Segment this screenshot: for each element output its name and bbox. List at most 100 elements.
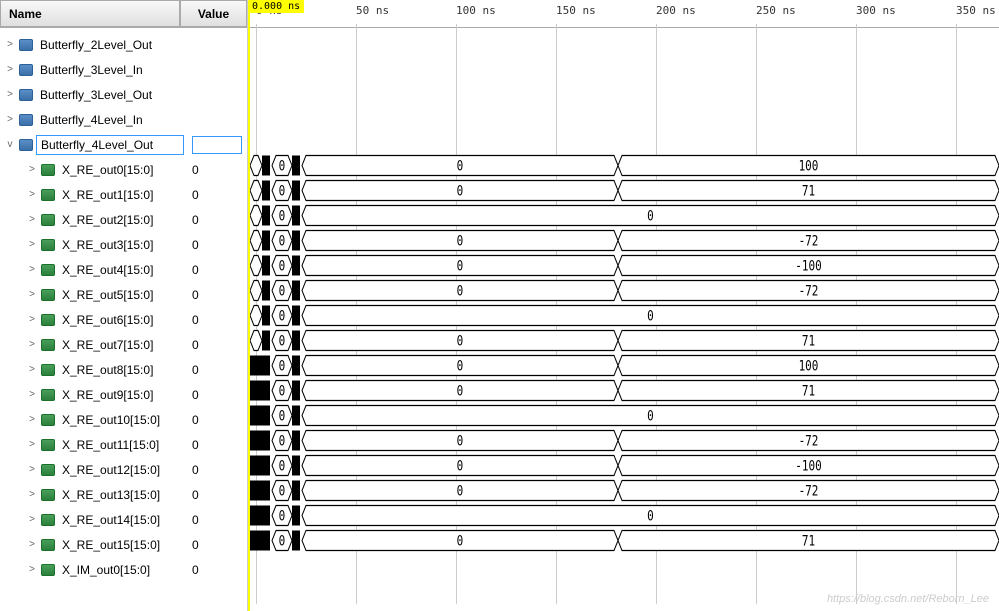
tree-row[interactable]: >X_RE_out10[15:0]0	[0, 407, 247, 432]
expand-icon[interactable]: >	[4, 89, 16, 100]
tree-row[interactable]: >X_RE_out13[15:0]0	[0, 482, 247, 507]
tree-row[interactable]: >X_RE_out1[15:0]0	[0, 182, 247, 207]
wave-row[interactable]: 00100	[248, 353, 999, 378]
expand-icon[interactable]: >	[26, 389, 38, 400]
signal-value: 0	[184, 288, 247, 302]
ruler-tick: 200 ns	[656, 4, 696, 17]
bus-icon	[41, 389, 55, 401]
tree-row[interactable]: > Butterfly_3Level_In	[0, 57, 247, 82]
signal-name: X_RE_out1[15:0]	[58, 186, 184, 204]
wave-row[interactable]: 00100	[248, 153, 999, 178]
svg-text:0: 0	[457, 457, 464, 474]
tree-row[interactable]: >X_RE_out2[15:0]0	[0, 207, 247, 232]
bus-icon	[41, 414, 55, 426]
expand-icon[interactable]: >	[26, 514, 38, 525]
wave-row[interactable]	[248, 553, 999, 578]
tree-row[interactable]: >X_RE_out14[15:0]0	[0, 507, 247, 532]
expand-icon[interactable]: >	[4, 39, 16, 50]
tree-row[interactable]: >X_RE_out0[15:0]0	[0, 157, 247, 182]
wave-row[interactable]: 00-72	[248, 228, 999, 253]
expand-icon[interactable]: >	[26, 339, 38, 350]
tree-row[interactable]: >X_IM_out0[15:0]0	[0, 557, 247, 582]
tree-row[interactable]: >X_RE_out7[15:0]0	[0, 332, 247, 357]
svg-text:0: 0	[279, 532, 286, 549]
tree-header: Name Value	[0, 0, 247, 28]
expand-icon[interactable]: >	[26, 289, 38, 300]
wave-row[interactable]: 0071	[248, 178, 999, 203]
svg-text:0: 0	[647, 407, 654, 424]
signal-value: 0	[184, 313, 247, 327]
tree-row[interactable]: >Butterfly_3Level_Out	[0, 82, 247, 107]
svg-text:0: 0	[457, 257, 464, 274]
signal-name: X_RE_out2[15:0]	[58, 211, 184, 229]
bus-icon	[41, 189, 55, 201]
wave-row[interactable]: 00-100	[248, 453, 999, 478]
cursor-line[interactable]	[248, 0, 250, 611]
tree-row[interactable]: vButterfly_4Level_Out	[0, 132, 247, 157]
ruler-tick: 150 ns	[556, 4, 596, 17]
wave-row[interactable]: 00-100	[248, 253, 999, 278]
svg-text:0: 0	[279, 257, 286, 274]
time-ruler[interactable]: 0 ns50 ns100 ns150 ns200 ns250 ns300 ns3…	[248, 0, 999, 28]
expand-icon[interactable]: >	[26, 539, 38, 550]
wave-row[interactable]: 0071	[248, 328, 999, 353]
signal-tree[interactable]: >Butterfly_2Level_Out>Butterfly_3Level_I…	[0, 28, 247, 611]
signal-value	[184, 136, 247, 154]
expand-icon[interactable]: >	[26, 264, 38, 275]
wave-row[interactable]: 00-72	[248, 478, 999, 503]
bus-icon	[41, 539, 55, 551]
expand-icon[interactable]: >	[26, 489, 38, 500]
expand-icon[interactable]: >	[4, 64, 16, 75]
struct-icon	[19, 139, 33, 151]
ruler-tick: 100 ns	[456, 4, 496, 17]
wave-row[interactable]: 00	[248, 403, 999, 428]
wave-row[interactable]: 0071	[248, 528, 999, 553]
expand-icon[interactable]: >	[26, 314, 38, 325]
svg-text:0: 0	[279, 407, 286, 424]
ruler-tick: 300 ns	[856, 4, 896, 17]
expand-icon[interactable]: >	[4, 114, 16, 125]
expand-icon[interactable]: >	[26, 164, 38, 175]
expand-icon[interactable]: v	[4, 139, 16, 150]
tree-row[interactable]: >Butterfly_2Level_Out	[0, 32, 247, 57]
tree-row[interactable]: >X_RE_out11[15:0]0	[0, 432, 247, 457]
signal-name: Butterfly_3Level_In	[36, 61, 184, 79]
waveform-panel[interactable]: 0.000 ns 0 ns50 ns100 ns150 ns200 ns250 …	[248, 0, 999, 611]
expand-icon[interactable]: >	[26, 439, 38, 450]
tree-row[interactable]: >Butterfly_4Level_In	[0, 107, 247, 132]
tree-row[interactable]: >X_RE_out4[15:0]0	[0, 257, 247, 282]
ruler-tick: 50 ns	[356, 4, 389, 17]
wave-row[interactable]: 0071	[248, 378, 999, 403]
svg-text:0: 0	[279, 357, 286, 374]
waves-area[interactable]: 0010000710000-7200-10000-720000710010000…	[248, 28, 999, 578]
expand-icon[interactable]: >	[26, 464, 38, 475]
tree-row[interactable]: >X_RE_out3[15:0]0	[0, 232, 247, 257]
name-column-header[interactable]: Name	[0, 0, 180, 27]
tree-row[interactable]: >X_RE_out12[15:0]0	[0, 457, 247, 482]
expand-icon[interactable]: >	[26, 239, 38, 250]
expand-icon[interactable]: >	[26, 364, 38, 375]
wave-row[interactable]: 00	[248, 503, 999, 528]
wave-row[interactable]: 00	[248, 203, 999, 228]
expand-icon[interactable]: >	[26, 189, 38, 200]
tree-row[interactable]: >X_RE_out15[15:0]0	[0, 532, 247, 557]
signal-value: 0	[184, 238, 247, 252]
tree-row[interactable]: >X_RE_out9[15:0]0	[0, 382, 247, 407]
watermark: https://blog.csdn.net/Reborn_Lee	[827, 593, 989, 605]
expand-icon[interactable]: >	[26, 214, 38, 225]
bus-icon	[41, 514, 55, 526]
tree-row[interactable]: >X_RE_out5[15:0]0	[0, 282, 247, 307]
wave-row[interactable]: 00-72	[248, 278, 999, 303]
value-column-header[interactable]: Value	[180, 0, 247, 27]
wave-row[interactable]: 00-72	[248, 428, 999, 453]
tree-row[interactable]: >X_RE_out6[15:0]0	[0, 307, 247, 332]
svg-text:0: 0	[457, 282, 464, 299]
bus-icon	[41, 439, 55, 451]
bus-icon	[41, 364, 55, 376]
wave-row[interactable]: 00	[248, 303, 999, 328]
expand-icon[interactable]: >	[26, 564, 38, 575]
svg-text:71: 71	[802, 382, 815, 399]
svg-text:0: 0	[279, 457, 286, 474]
expand-icon[interactable]: >	[26, 414, 38, 425]
tree-row[interactable]: >X_RE_out8[15:0]0	[0, 357, 247, 382]
